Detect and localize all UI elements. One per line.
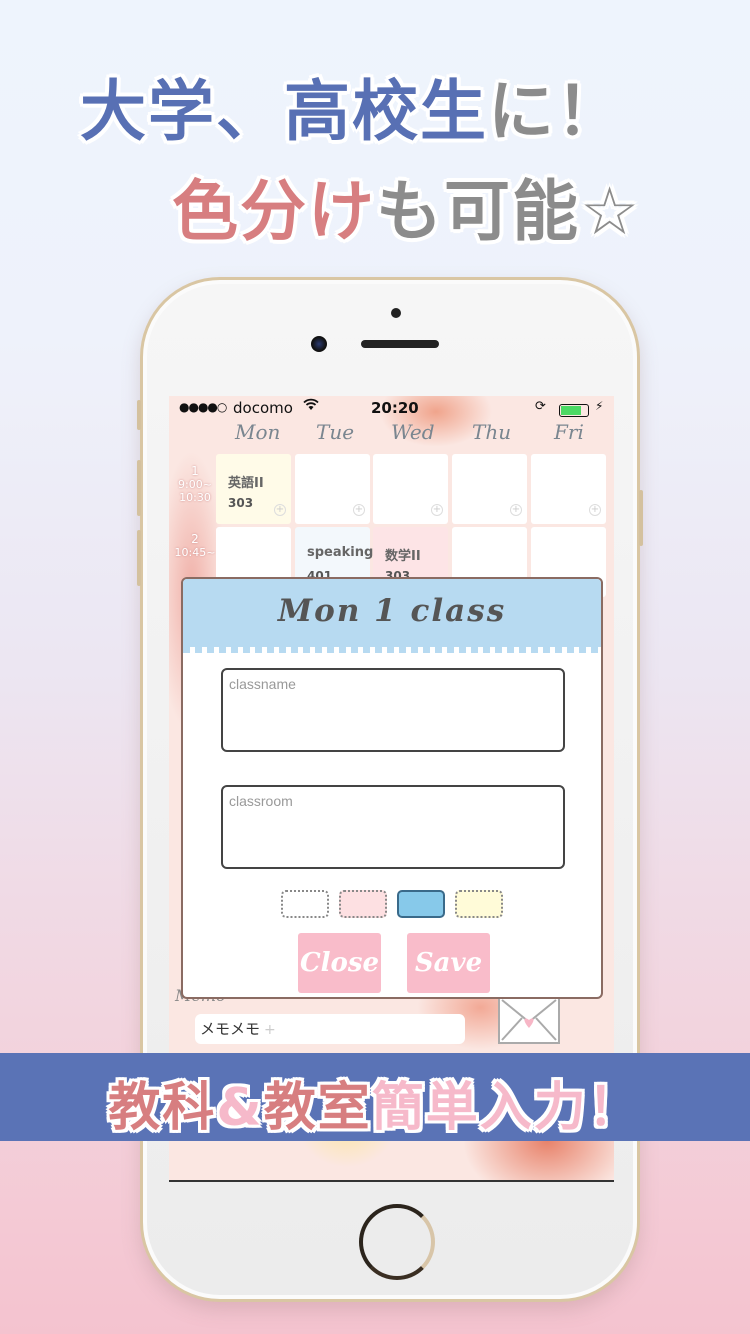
timetable-cell[interactable]: 英語II 303 + [216,454,291,524]
headline-text: 高校生 [284,73,488,150]
timetable-cell[interactable]: + [531,454,606,524]
add-icon[interactable]: + [510,504,522,516]
battery-icon [559,404,589,417]
headline-text: も可能☆ [376,173,642,250]
add-icon[interactable]: + [264,1022,276,1038]
class-room: 303 [228,496,254,510]
volume-down-button[interactable] [137,530,141,586]
period-end: 10:30 [179,491,211,504]
day-label: Thu [472,420,512,444]
headline-line-2: 色分けも可能☆ [172,158,641,254]
add-icon[interactable]: + [274,504,286,516]
close-button[interactable]: Close [298,933,381,993]
sensor-icon [391,308,401,318]
period-start: 10:45~ [174,546,216,559]
headline-text: 大学、 [80,73,284,150]
mute-switch[interactable] [137,400,141,430]
day-label: Fri [554,420,584,444]
dialog-title: Mon 1 class [277,593,507,629]
weekday-header: Mon Tue Wed Thu Fri [169,420,614,446]
banner-segment: 簡単入力！ [371,1078,642,1138]
timetable-cell[interactable]: + [452,454,527,524]
headline-text: 色分け [172,173,376,250]
save-button[interactable]: Save [407,933,490,993]
color-swatch[interactable] [339,890,387,918]
day-label: Mon [235,420,281,444]
promo-banner: 教科&教室簡単入力！ [0,1053,750,1141]
clock: 20:20 [371,399,419,417]
banner-segment: & [216,1078,264,1138]
status-bar: ●●●●○ docomo 20:20 ⟳ ⚡ [169,396,614,422]
classname-input[interactable] [221,668,565,752]
class-name: 数学II [385,549,421,564]
add-icon[interactable]: + [353,504,365,516]
period-number: 2 [191,532,199,546]
battery-level [561,406,581,415]
timetable-cell[interactable]: + [295,454,370,524]
timetable-cell[interactable]: + [373,454,448,524]
color-swatch[interactable] [281,890,329,918]
period-start: 9:00~ [178,478,212,491]
day-label: Tue [316,420,355,444]
classroom-input[interactable] [221,785,565,869]
volume-up-button[interactable] [137,460,141,516]
color-swatch[interactable] [455,890,503,918]
add-icon[interactable]: + [431,504,443,516]
add-icon[interactable]: + [589,504,601,516]
banner-segment: 教室 [263,1078,372,1138]
carrier-label: docomo [233,399,293,417]
color-swatch[interactable] [397,890,445,918]
memo-field[interactable]: メモメモ + [195,1014,465,1044]
headline-text: に！ [488,73,624,150]
banner-text: 教科&教室簡単入力！ [0,1065,750,1140]
wifi-icon [303,398,319,415]
banner-segment: 教科 [108,1078,217,1138]
day-label: Wed [391,420,435,444]
class-name: speaking [307,545,374,560]
rotation-lock-icon: ⟳ [535,399,546,414]
period-label: 2 10:45~ [173,532,217,559]
promo-headline: 大学、高校生に！ 色分けも可能☆ [0,0,750,260]
period-number: 1 [191,464,199,478]
period-label: 1 9:00~ 10:30 [173,464,217,504]
home-button[interactable] [359,1204,435,1280]
headline-line-1: 大学、高校生に！ [80,58,624,154]
power-button[interactable] [639,490,643,546]
mail-icon[interactable] [498,996,560,1044]
signal-icon: ●●●●○ [179,400,227,414]
dialog-header: Mon 1 class [183,579,601,653]
class-edit-dialog: Mon 1 class Close Save [181,577,603,999]
speaker-icon [361,340,439,348]
bolt-icon: ⚡ [595,399,604,413]
class-name: 英語II [228,476,264,491]
memo-text: メモメモ [200,1020,261,1038]
camera-icon [311,336,327,352]
